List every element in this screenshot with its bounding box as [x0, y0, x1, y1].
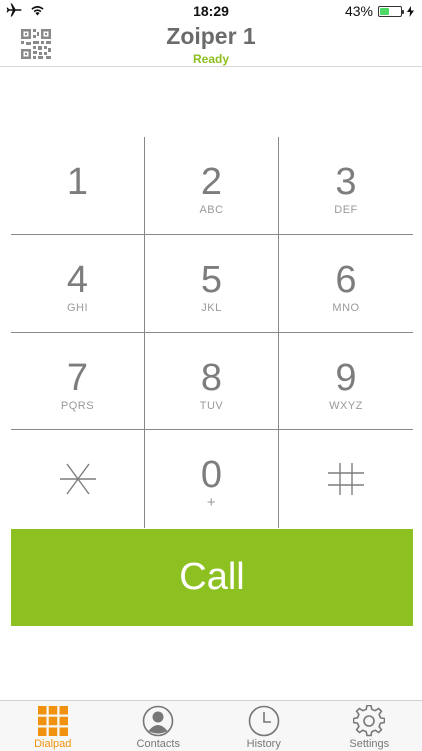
key-digit: 8	[145, 333, 278, 398]
key-9[interactable]: 9 WXYZ	[279, 333, 413, 431]
call-button[interactable]: Call	[11, 529, 413, 626]
key-digit: 3	[279, 137, 413, 202]
key-7[interactable]: 7 PQRS	[11, 333, 145, 431]
status-bar: 18:29 43%	[0, 0, 422, 22]
key-2[interactable]: 2 ABC	[145, 137, 279, 235]
battery-percent: 43%	[345, 3, 373, 19]
key-0[interactable]: 0 +	[145, 430, 279, 528]
key-4[interactable]: 4 GHI	[11, 235, 145, 333]
key-digit: 6	[279, 235, 413, 300]
dialpad: 1 2 ABC 3 DEF 4 GHI 5 JKL 6 MNO 7 PQRS 8…	[11, 137, 413, 528]
contacts-icon	[142, 705, 174, 737]
key-3[interactable]: 3 DEF	[279, 137, 413, 235]
account-title[interactable]: Zoiper 1	[0, 23, 422, 50]
dialpad-icon	[37, 705, 69, 737]
history-clock-icon	[248, 705, 280, 737]
battery-fill	[380, 8, 389, 15]
tab-settings[interactable]: Settings	[317, 701, 422, 751]
key-letters: WXYZ	[279, 400, 413, 412]
tab-label: Contacts	[106, 738, 212, 750]
key-digit: 7	[11, 333, 144, 398]
tab-bar: Dialpad Contacts History Settings	[0, 700, 422, 751]
settings-gear-icon	[353, 705, 385, 737]
key-5[interactable]: 5 JKL	[145, 235, 279, 333]
key-letters: ABC	[145, 204, 278, 216]
tab-label: Settings	[317, 738, 422, 750]
tab-label: Dialpad	[0, 738, 106, 750]
tab-history[interactable]: History	[211, 701, 317, 751]
key-digit: 1	[11, 137, 144, 202]
key-digit: 2	[145, 137, 278, 202]
registration-status: Ready	[0, 52, 422, 66]
key-letters: PQRS	[11, 400, 144, 412]
header: Zoiper 1 Ready	[0, 22, 422, 67]
key-digit: 4	[11, 235, 144, 300]
key-digit: 9	[279, 333, 413, 398]
battery-icon	[378, 6, 402, 17]
asterisk-icon	[58, 461, 98, 497]
key-1[interactable]: 1	[11, 137, 145, 235]
tab-contacts[interactable]: Contacts	[106, 701, 212, 751]
status-bar-right: 43%	[345, 3, 414, 19]
key-digit: 5	[145, 235, 278, 300]
key-letters: MNO	[279, 302, 413, 314]
key-letters: JKL	[145, 302, 278, 314]
hash-icon	[326, 461, 366, 497]
key-letters: TUV	[145, 400, 278, 412]
key-digit: 0	[145, 430, 278, 495]
key-star[interactable]	[11, 430, 145, 528]
charging-bolt-icon	[407, 6, 414, 17]
key-letters: GHI	[11, 302, 144, 314]
key-letters: DEF	[279, 204, 413, 216]
key-8[interactable]: 8 TUV	[145, 333, 279, 431]
key-letters: +	[145, 497, 278, 509]
tab-label: History	[211, 738, 317, 750]
key-6[interactable]: 6 MNO	[279, 235, 413, 333]
tab-dialpad[interactable]: Dialpad	[0, 701, 106, 751]
key-hash[interactable]	[279, 430, 413, 528]
